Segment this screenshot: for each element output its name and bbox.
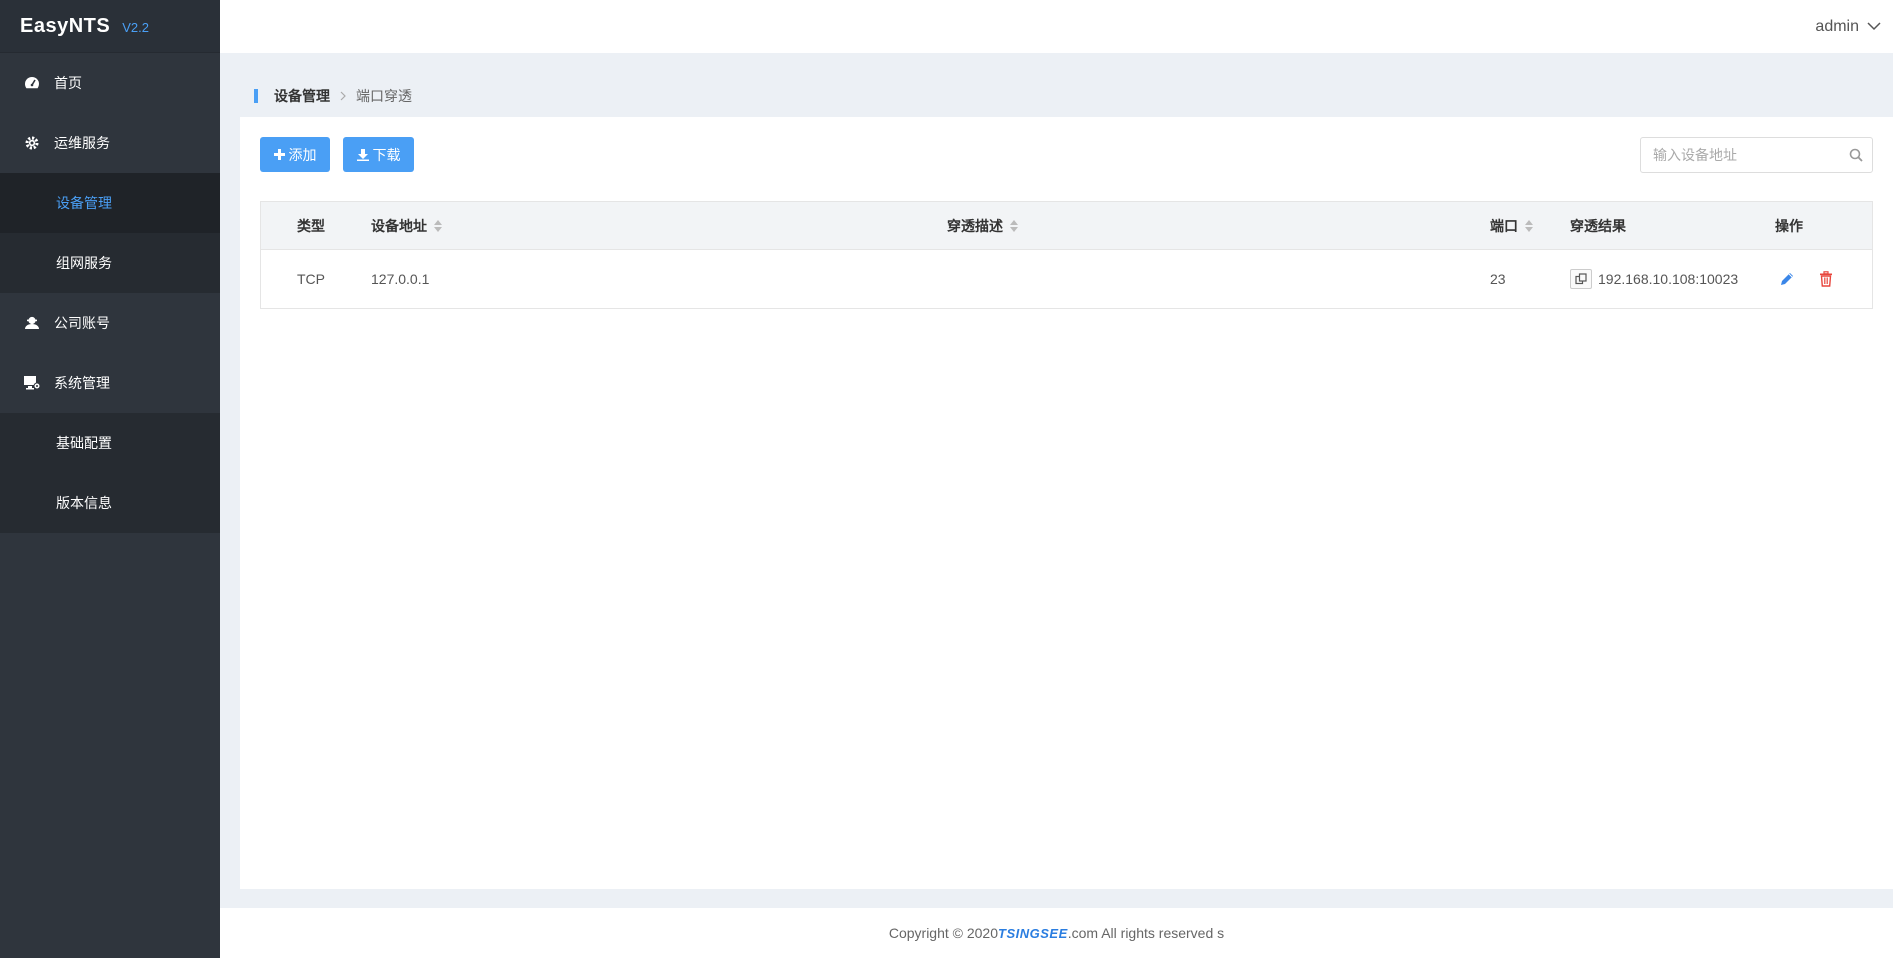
sidebar-item-label: 版本信息: [56, 495, 112, 511]
cell-result: 192.168.10.108:10023: [1570, 250, 1738, 308]
search-icon[interactable]: [1840, 148, 1872, 162]
sidebar-item-home[interactable]: 首页: [0, 53, 220, 113]
dashboard-icon: [22, 73, 42, 93]
sidebar-item-label: 系统管理: [54, 375, 110, 391]
add-button[interactable]: 添加: [260, 137, 330, 172]
content-panel: 添加 下载 类型 设备地址: [240, 117, 1893, 889]
system-icon: [22, 373, 42, 393]
system-submenu: 基础配置 版本信息: [0, 413, 220, 533]
add-button-label: 添加: [288, 146, 317, 163]
download-icon: [356, 148, 369, 161]
cell-port-value: 23: [1490, 271, 1506, 287]
header-action: 操作: [1775, 202, 1803, 250]
cell-address: 127.0.0.1: [371, 250, 429, 308]
ops-submenu: 设备管理 组网服务: [0, 173, 220, 293]
sidebar-item-label: 公司账号: [54, 315, 110, 331]
sidebar-item-label: 设备管理: [56, 195, 112, 211]
table-header: 类型 设备地址 穿透描述 端口 穿透结果 操作: [261, 202, 1872, 250]
breadcrumb-item-port-forwarding: 端口穿透: [356, 88, 412, 104]
port-table: 类型 设备地址 穿透描述 端口 穿透结果 操作 TCP 127.0.0.1 23…: [260, 201, 1873, 309]
app-name: EasyNTS: [20, 14, 111, 37]
copyright-prefix: Copyright © 2020: [888, 925, 998, 941]
cell-address-value: 127.0.0.1: [371, 271, 430, 287]
breadcrumb: 设备管理 端口穿透: [254, 85, 412, 107]
cell-actions: [1779, 250, 1833, 308]
header-description-label: 穿透描述: [947, 218, 1003, 234]
header-description[interactable]: 穿透描述: [947, 202, 1018, 250]
header-result-label: 穿透结果: [1570, 218, 1626, 234]
header-address[interactable]: 设备地址: [371, 202, 442, 250]
plus-icon: [273, 149, 285, 160]
breadcrumb-item-device-management[interactable]: 设备管理: [274, 86, 330, 106]
sidebar-item-ops[interactable]: 运维服务: [0, 113, 220, 173]
brand-logo-link[interactable]: TSINGSEE: [998, 926, 1068, 941]
search-input[interactable]: [1641, 138, 1840, 172]
sidebar-item-device-management[interactable]: 设备管理: [0, 173, 220, 233]
sort-icon[interactable]: [1525, 220, 1533, 232]
download-button[interactable]: 下载: [343, 137, 414, 172]
sidebar-item-network-service[interactable]: 组网服务: [0, 233, 220, 293]
chevron-down-icon: [1867, 22, 1881, 31]
sidebar-item-label: 首页: [54, 75, 82, 91]
header-port[interactable]: 端口: [1490, 202, 1533, 250]
header-address-label: 设备地址: [371, 218, 427, 234]
delete-icon[interactable]: [1819, 271, 1833, 287]
download-button-label: 下载: [372, 146, 401, 163]
gear-icon: [22, 133, 42, 153]
footer: Copyright © 2020 TSINGSEE .com All right…: [220, 908, 1893, 958]
header-port-label: 端口: [1490, 218, 1518, 234]
sidebar-item-basic-config[interactable]: 基础配置: [0, 413, 220, 473]
chevron-right-icon: [340, 88, 346, 104]
sidebar-item-system-management[interactable]: 系统管理: [0, 353, 220, 413]
cell-port: 23: [1490, 250, 1506, 308]
header-action-label: 操作: [1775, 218, 1803, 234]
toolbar: 添加 下载: [260, 137, 1873, 173]
copyright-suffix: .com All rights reserved s: [1067, 925, 1225, 941]
sidebar-item-company-account[interactable]: 公司账号: [0, 293, 220, 353]
main-content: 设备管理 端口穿透 添加 下载 输入设备地址 类型 设备地址 穿透描述 端口 穿…: [220, 53, 1893, 908]
user-icon: [22, 313, 42, 333]
sidebar-item-label: 组网服务: [56, 255, 112, 271]
sidebar-item-label: 基础配置: [56, 435, 112, 451]
cell-type-value: TCP: [297, 271, 325, 287]
sidebar-menu: 首页 运维服务 设备管理 组网服务 公司账号 系统管理 基础配置 版本信息: [0, 53, 220, 533]
top-header: admin: [220, 0, 1893, 53]
cell-type: TCP: [297, 250, 325, 308]
username: admin: [1815, 17, 1859, 35]
sort-icon[interactable]: [434, 220, 442, 232]
sort-icon[interactable]: [1010, 220, 1018, 232]
breadcrumb-accent-bar: [254, 89, 258, 103]
copy-icon[interactable]: [1570, 269, 1592, 289]
header-type: 类型: [297, 202, 325, 250]
search-box: [1640, 137, 1873, 173]
sidebar: EasyNTS V2.2 首页 运维服务 设备管理 组网服务 公司账号 系统管理…: [0, 0, 220, 958]
header-type-label: 类型: [297, 218, 325, 234]
header-result: 穿透结果: [1570, 202, 1626, 250]
sidebar-item-label: 运维服务: [54, 135, 110, 151]
app-version: V2.2: [122, 20, 149, 35]
cell-result-value: 192.168.10.108:10023: [1598, 271, 1739, 287]
sidebar-item-version-info[interactable]: 版本信息: [0, 473, 220, 533]
table-row: TCP 127.0.0.1 23 192.168.10.108:10023: [261, 250, 1872, 308]
user-menu[interactable]: admin: [1815, 18, 1881, 36]
brand: EasyNTS V2.2: [0, 0, 220, 53]
edit-icon[interactable]: [1779, 271, 1795, 287]
